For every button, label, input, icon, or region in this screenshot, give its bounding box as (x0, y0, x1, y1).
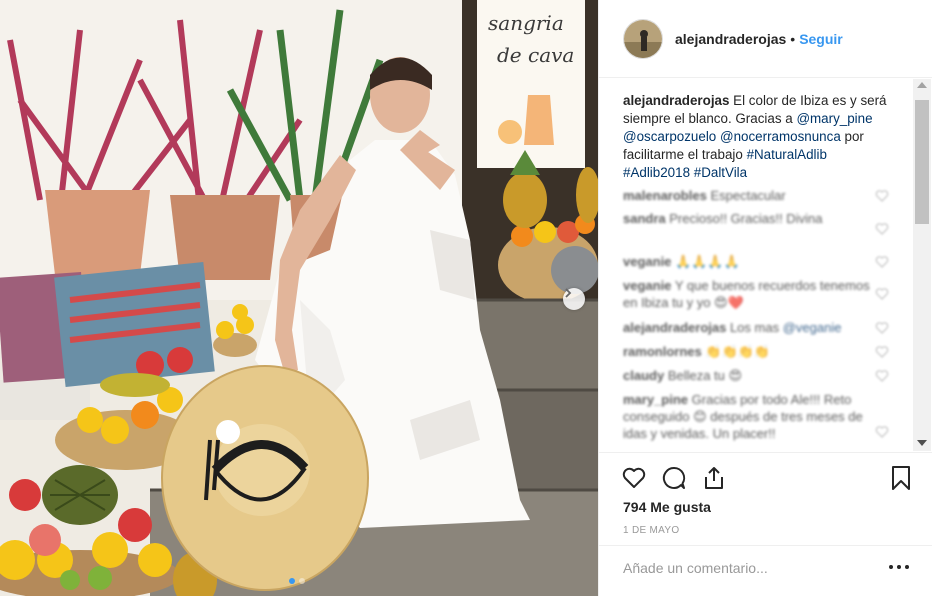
comment-mention[interactable]: @veganie (783, 320, 842, 335)
post-photo[interactable]: sangria de cava (0, 0, 598, 596)
comment-item: mary_pine Gracias por todo Ale!!! Reto c… (623, 391, 873, 442)
comment-item: veganie 🙏🙏🙏🙏 (623, 253, 873, 270)
post-header: alejandraderojas • Seguir (599, 0, 932, 78)
comment-like-icon[interactable] (875, 321, 889, 335)
more-dot (889, 565, 893, 569)
comment-item: ramonlornes 👏👏👏👏 (623, 343, 873, 360)
comment-username[interactable]: ramonlornes (623, 344, 702, 359)
post-caption: alejandraderojas El color de Ibiza es y … (623, 92, 893, 182)
chevron-right-icon (565, 288, 572, 298)
comment-text: Espectacular (710, 188, 786, 203)
comment-text: Belleza tu 😍 (667, 368, 743, 383)
comment-like-icon[interactable] (875, 255, 889, 269)
post-photo-illustration: sangria de cava (0, 0, 598, 596)
likes-count[interactable]: 794 Me gusta (623, 499, 711, 515)
comment-item: claudy Belleza tu 😍 (623, 367, 873, 384)
bookmark-icon[interactable] (888, 465, 914, 491)
comment-username[interactable]: malenarobles (623, 188, 707, 203)
comment-item: sandra Precioso!! Gracias!! Divina (623, 210, 873, 227)
comment-text: 🙏🙏🙏🙏 (675, 254, 740, 269)
comment-username[interactable]: claudy (623, 368, 664, 383)
carousel-dot (299, 578, 305, 584)
comment-like-icon[interactable] (875, 189, 889, 203)
comment-like-icon[interactable] (875, 425, 889, 439)
more-dot (897, 565, 901, 569)
post-actions: 794 Me gusta 1 DE MAYO (599, 452, 932, 590)
scrollbar-thumb[interactable] (915, 100, 929, 224)
carousel-dot-active (289, 578, 295, 584)
avatar-image (624, 19, 662, 58)
heart-icon[interactable] (621, 465, 647, 491)
add-comment-row (599, 545, 932, 591)
scroll-up-arrow-icon[interactable] (917, 82, 927, 88)
sign-text-2: de cava (497, 43, 574, 67)
comment-username[interactable]: alejandraderojas (623, 320, 726, 335)
carousel-next-button[interactable] (563, 288, 585, 310)
comment-username[interactable]: veganie (623, 278, 671, 293)
comments-list[interactable]: alejandraderojas El color de Ibiza es y … (599, 79, 932, 451)
comment-text: Precioso!! Gracias!! Divina (669, 211, 823, 226)
scroll-down-arrow-icon[interactable] (917, 440, 927, 446)
follow-button[interactable]: Seguir (799, 31, 843, 47)
caption-mention-1[interactable]: @mary_pine (796, 111, 872, 126)
avatar[interactable] (623, 18, 663, 59)
comment-username[interactable]: veganie (623, 254, 671, 269)
caption-mention-3[interactable]: @nocerramosnunca (720, 129, 841, 144)
comment-text: 👏👏👏👏 (705, 344, 771, 359)
comment-username[interactable]: mary_pine (623, 392, 688, 407)
sign-text-1: sangria (488, 11, 564, 35)
comment-text: Los mas (729, 320, 780, 335)
caption-hashtag-1[interactable]: #NaturalAdlib (747, 147, 827, 162)
comment-item: veganie Y que buenos recuerdos tenemos e… (623, 277, 873, 311)
comment-username[interactable]: sandra (623, 211, 666, 226)
comment-like-icon[interactable] (875, 222, 889, 236)
header-username[interactable]: alejandraderojas (675, 31, 786, 47)
more-options-icon[interactable] (889, 564, 909, 570)
comment-item: alejandraderojas Los mas @veganie (623, 319, 873, 336)
comment-icon[interactable] (661, 465, 687, 491)
add-comment-input[interactable] (623, 558, 873, 578)
more-dot (905, 565, 909, 569)
caption-hashtag-3[interactable]: #DaltVila (694, 165, 747, 180)
comment-like-icon[interactable] (875, 287, 889, 301)
share-icon[interactable] (701, 465, 727, 491)
caption-hashtag-2[interactable]: #Adlib2018 (623, 165, 690, 180)
comment-like-icon[interactable] (875, 345, 889, 359)
caption-mention-2[interactable]: @oscarpozuelo (623, 129, 716, 144)
comment-item: malenarobles Espectacular (623, 187, 873, 204)
caption-username[interactable]: alejandraderojas (623, 93, 729, 108)
header-separator: • (790, 30, 796, 47)
carousel-indicator (289, 578, 305, 584)
post-side-panel: alejandraderojas • Seguir alejandraderoj… (598, 0, 932, 596)
post-date[interactable]: 1 DE MAYO (623, 525, 679, 536)
comment-like-icon[interactable] (875, 369, 889, 383)
